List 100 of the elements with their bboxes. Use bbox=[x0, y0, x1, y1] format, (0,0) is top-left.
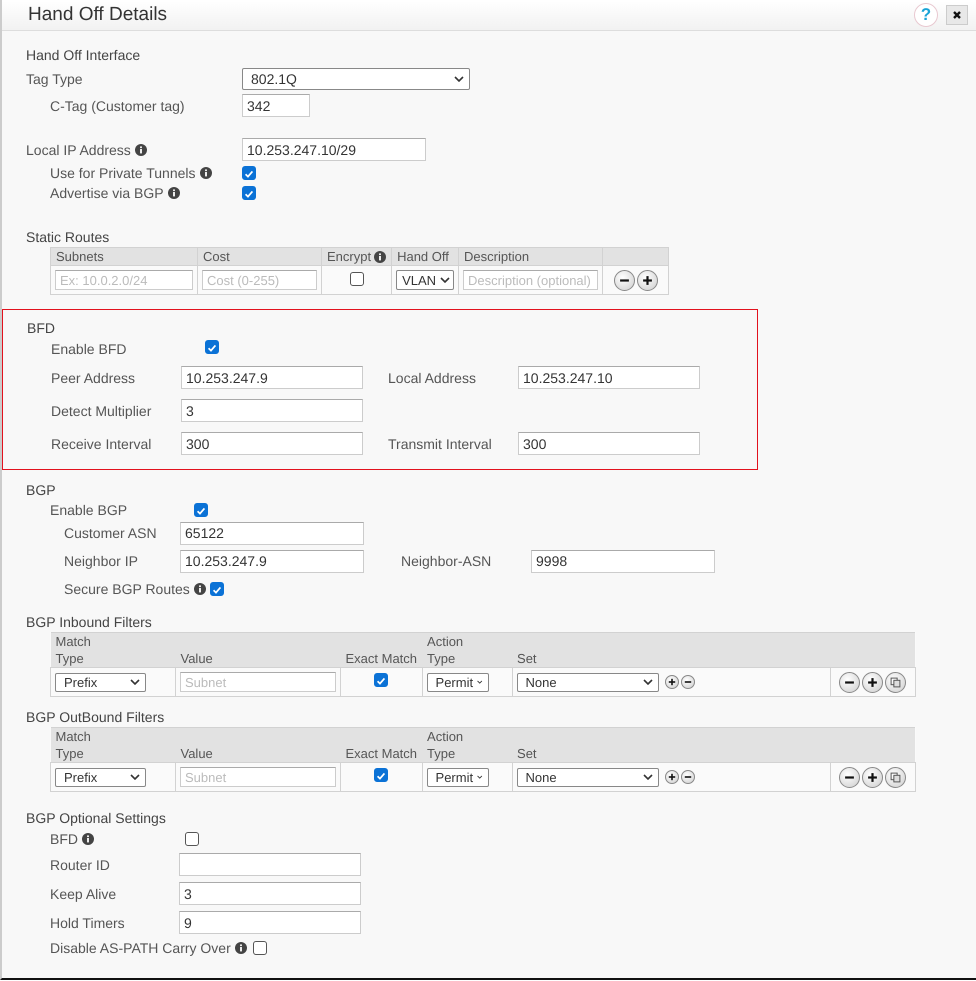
column-header: Cost bbox=[203, 249, 230, 264]
checkbox[interactable] bbox=[242, 166, 256, 180]
checkbox[interactable] bbox=[210, 582, 224, 596]
dropdown[interactable]: 802.1Q bbox=[242, 68, 470, 90]
dropdown[interactable]: Permit bbox=[426, 768, 489, 786]
section-title: BGP Optional Settings bbox=[26, 810, 167, 826]
field-label: Peer Address bbox=[51, 370, 136, 386]
dropdown[interactable]: Prefix bbox=[55, 768, 146, 786]
add-button[interactable] bbox=[664, 675, 679, 689]
column-header: Description bbox=[464, 249, 530, 264]
text-field[interactable]: Cost (0-255) bbox=[202, 270, 317, 290]
section-title: BGP bbox=[26, 482, 57, 498]
section-title: Hand Off Interface bbox=[26, 47, 142, 63]
minus-icon bbox=[684, 678, 692, 686]
field-label: Customer ASN bbox=[64, 525, 157, 541]
add-button[interactable] bbox=[862, 672, 884, 692]
field-label: Enable BGP bbox=[50, 502, 128, 518]
text-field[interactable]: 3 bbox=[181, 399, 363, 422]
caret-icon bbox=[477, 774, 483, 780]
dropdown[interactable]: None bbox=[516, 768, 659, 786]
field-label: BFD bbox=[50, 831, 78, 847]
info-icon[interactable] bbox=[82, 833, 94, 845]
dropdown[interactable]: None bbox=[516, 672, 659, 692]
text-field[interactable]: 10.253.247.10/29 bbox=[242, 138, 426, 161]
text-field[interactable]: 300 bbox=[518, 432, 700, 455]
add-button[interactable] bbox=[664, 770, 679, 784]
text-field[interactable]: Ex: 10.0.2.0/24 bbox=[55, 270, 193, 290]
plus-icon bbox=[668, 773, 676, 781]
minus-icon bbox=[684, 773, 692, 781]
field-label: Neighbor IP bbox=[64, 553, 138, 569]
plus-icon bbox=[642, 274, 653, 286]
info-icon[interactable] bbox=[200, 167, 212, 179]
text-field[interactable] bbox=[179, 853, 361, 876]
add-button[interactable] bbox=[862, 766, 884, 788]
text-field[interactable]: Subnet bbox=[180, 672, 336, 692]
column-group-header: Action bbox=[427, 634, 464, 649]
column-group-header: Action bbox=[427, 729, 464, 744]
remove-button[interactable] bbox=[680, 675, 695, 689]
text-field[interactable]: 3 bbox=[179, 882, 361, 905]
checkbox[interactable] bbox=[194, 503, 208, 517]
text-field[interactable]: 10.253.247.9 bbox=[181, 366, 363, 389]
column-header: Type bbox=[56, 651, 84, 666]
remove-button[interactable] bbox=[614, 270, 635, 290]
section-title: BFD bbox=[27, 320, 56, 336]
field-label: Hold Timers bbox=[50, 914, 125, 930]
info-icon[interactable] bbox=[194, 583, 206, 595]
text-field[interactable]: Description (optional) bbox=[463, 270, 598, 290]
remove-button[interactable] bbox=[839, 766, 860, 788]
checkbox[interactable] bbox=[374, 768, 388, 782]
checkbox[interactable] bbox=[252, 941, 267, 955]
column-group-header: Match bbox=[56, 729, 91, 744]
copy-button[interactable] bbox=[885, 672, 906, 692]
caret-icon bbox=[642, 774, 653, 780]
info-icon[interactable] bbox=[168, 187, 180, 199]
checkbox[interactable] bbox=[185, 832, 199, 846]
remove-button[interactable] bbox=[839, 672, 860, 692]
text-field[interactable]: 300 bbox=[181, 432, 363, 455]
text-field[interactable]: 9998 bbox=[531, 550, 715, 572]
checkbox[interactable] bbox=[242, 186, 256, 200]
text-field[interactable]: 65122 bbox=[180, 522, 364, 544]
remove-button[interactable] bbox=[680, 770, 695, 784]
add-button[interactable] bbox=[636, 270, 658, 290]
close-button[interactable] bbox=[946, 5, 968, 25]
field-label: Router ID bbox=[50, 856, 110, 872]
copy-icon bbox=[890, 676, 902, 688]
column-header: Set bbox=[517, 746, 537, 761]
text-field[interactable]: 10.253.247.9 bbox=[180, 550, 364, 572]
column-group-header: Match bbox=[56, 634, 91, 649]
text-field[interactable]: 9 bbox=[179, 911, 361, 934]
column-header: Type bbox=[427, 651, 456, 666]
info-icon[interactable] bbox=[374, 250, 386, 262]
column-header: Encrypt bbox=[327, 249, 372, 264]
text-field[interactable]: 10.253.247.10 bbox=[518, 366, 700, 389]
caret-icon bbox=[130, 774, 140, 780]
plus-icon bbox=[668, 678, 676, 686]
caret-icon bbox=[130, 679, 140, 685]
checkbox[interactable] bbox=[350, 272, 364, 286]
window-title: Hand Off Details bbox=[28, 4, 168, 26]
dropdown[interactable]: Permit bbox=[426, 672, 489, 692]
dropdown[interactable]: VLAN bbox=[396, 270, 454, 290]
column-header: Hand Off bbox=[397, 249, 449, 264]
field-label: Advertise via BGP bbox=[50, 185, 164, 201]
copy-button[interactable] bbox=[885, 766, 906, 788]
caret-icon bbox=[642, 679, 653, 685]
field-label: Local IP Address bbox=[26, 142, 131, 158]
checkbox[interactable] bbox=[205, 340, 219, 354]
field-label: Neighbor-ASN bbox=[401, 553, 492, 569]
field-label: Secure BGP Routes bbox=[64, 581, 190, 597]
text-field[interactable]: Subnet bbox=[180, 767, 336, 787]
plus-icon bbox=[867, 772, 878, 782]
checkbox[interactable] bbox=[374, 673, 388, 687]
field-label: Receive Interval bbox=[51, 436, 152, 452]
field-label: Tag Type bbox=[26, 70, 83, 86]
text-field[interactable]: 342 bbox=[242, 94, 310, 117]
dropdown[interactable]: Prefix bbox=[55, 672, 146, 692]
info-icon[interactable] bbox=[234, 942, 247, 954]
field-label: C-Tag (Customer tag) bbox=[50, 98, 185, 114]
info-icon[interactable] bbox=[134, 144, 147, 156]
field-label: Detect Multiplier bbox=[51, 402, 152, 418]
plus-icon bbox=[867, 676, 878, 688]
